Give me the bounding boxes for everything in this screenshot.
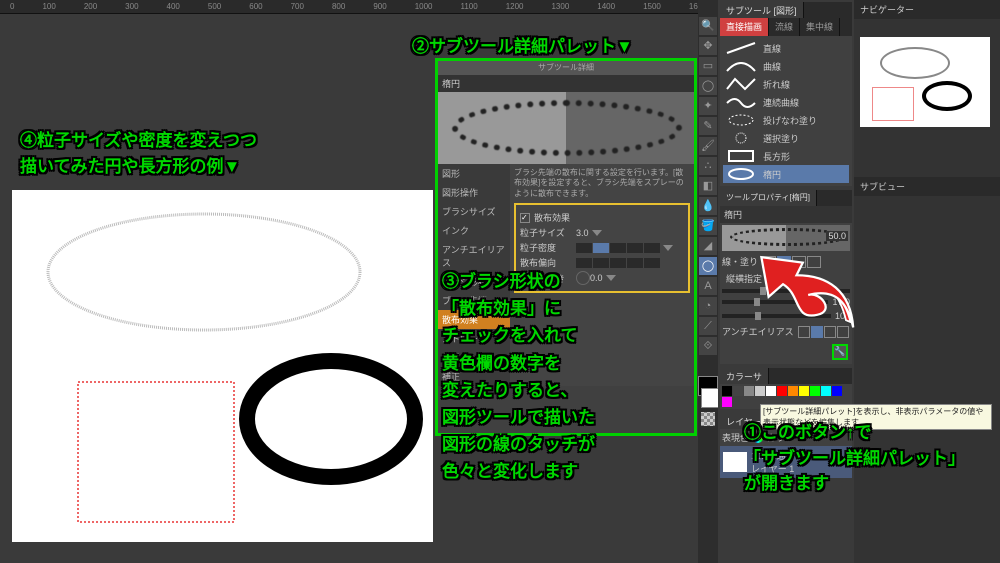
annotation-3: ③ブラシ形状の 「散布効果」に チェックを入れて 黄色欄の数字を 変えたりすると… bbox=[442, 268, 595, 486]
brush-preview bbox=[438, 92, 694, 164]
tool-brush[interactable]: 🖌 bbox=[699, 137, 717, 155]
tool-eyedrop[interactable]: ⟐ bbox=[699, 337, 717, 355]
canvas[interactable] bbox=[12, 190, 433, 542]
shape-polyline[interactable]: 折れ線 bbox=[723, 75, 849, 93]
arrow-icon bbox=[750, 250, 870, 340]
brush-preview-small: 50.0 bbox=[722, 225, 850, 251]
dropdown-icon[interactable] bbox=[592, 230, 602, 236]
tool-shape[interactable]: ◯ bbox=[699, 257, 717, 275]
tool-airbrush[interactable]: ∴ bbox=[699, 157, 717, 175]
navigator-thumb[interactable] bbox=[860, 37, 990, 127]
cat-brushsize[interactable]: ブラシサイズ bbox=[438, 202, 510, 221]
tool-lasso[interactable]: ◯ bbox=[699, 77, 717, 95]
tool-balloon[interactable]: ◔ bbox=[699, 297, 717, 315]
tool-ruler[interactable]: ⟋ bbox=[699, 317, 717, 335]
group-stream[interactable]: 流線 bbox=[769, 18, 800, 36]
subtool-detail-button[interactable]: 🔧 bbox=[832, 344, 848, 360]
bias-bars[interactable] bbox=[576, 258, 660, 268]
transparent-color[interactable] bbox=[701, 412, 715, 426]
shape-selfill[interactable]: 選択塗り bbox=[723, 129, 849, 147]
tool-blend[interactable]: 💧 bbox=[699, 197, 717, 215]
color-panel[interactable]: カラーサ bbox=[720, 368, 852, 409]
tab-subtool[interactable]: サブツール [図形] bbox=[720, 2, 804, 18]
shape-line[interactable]: 直線 bbox=[723, 39, 849, 57]
shape-curve[interactable]: 曲線 bbox=[723, 57, 849, 75]
category-desc: ブラシ先端の散布に関する設定を行います。[散布効果]を設定すると、ブラシ先端をス… bbox=[514, 168, 690, 199]
cat-ink[interactable]: インク bbox=[438, 221, 510, 240]
density-bars[interactable] bbox=[576, 243, 660, 253]
shape-lasso[interactable]: 投げなわ塗り bbox=[723, 111, 849, 129]
tool-zoom[interactable]: 🔍 bbox=[699, 17, 717, 35]
annotation-2: ②サブツール詳細パレット▼ bbox=[412, 34, 633, 60]
tool-pen[interactable]: ✎ bbox=[699, 117, 717, 135]
tool-eraser[interactable]: ◧ bbox=[699, 177, 717, 195]
shape-ellipse[interactable]: 楕円 bbox=[723, 165, 849, 183]
tool-text[interactable]: A bbox=[699, 277, 717, 295]
annotation-4: ④粒子サイズや密度を変えつつ 描いてみた円や長方形の例▼ bbox=[20, 128, 257, 179]
cat-shape[interactable]: 図形 bbox=[438, 164, 510, 183]
tool-move[interactable]: ✥ bbox=[699, 37, 717, 55]
dropdown-icon[interactable] bbox=[606, 275, 616, 281]
subview-title: サブビュー bbox=[854, 177, 1000, 196]
dropdown-icon[interactable] bbox=[663, 245, 673, 251]
navigator-title: ナビゲーター bbox=[854, 0, 1000, 19]
annotation-1: ①このボタン↑で 「サブツール詳細パレット」 が開きます bbox=[744, 420, 965, 497]
particle-size-field[interactable]: 3.0 bbox=[576, 228, 589, 238]
group-direct[interactable]: 直接描画 bbox=[720, 18, 769, 36]
shape-contcurve[interactable]: 連続曲線 bbox=[723, 93, 849, 111]
group-focus[interactable]: 集中線 bbox=[800, 18, 840, 36]
panel-title: サブツール詳細 bbox=[438, 61, 694, 75]
tool-gradient[interactable]: ◢ bbox=[699, 237, 717, 255]
toolbar-vertical[interactable]: 🔍 ✥ ▭ ◯ ✦ ✎ 🖌 ∴ ◧ 💧 🪣 ◢ ◯ A ◔ ⟋ ⟐ bbox=[698, 0, 718, 563]
tool-wand[interactable]: ✦ bbox=[699, 97, 717, 115]
tab-ellipse[interactable]: 楕円 bbox=[438, 75, 694, 92]
tool-fill[interactable]: 🪣 bbox=[699, 217, 717, 235]
subtool-panel[interactable]: サブツール [図形] 直接描画 流線 集中線 直線 曲線 折れ線 連続曲線 投げ… bbox=[720, 2, 852, 186]
tool-select[interactable]: ▭ bbox=[699, 57, 717, 75]
shape-rect[interactable]: 長方形 bbox=[723, 147, 849, 165]
cat-shapeop[interactable]: 図形操作 bbox=[438, 183, 510, 202]
scatter-checkbox[interactable] bbox=[520, 213, 530, 223]
